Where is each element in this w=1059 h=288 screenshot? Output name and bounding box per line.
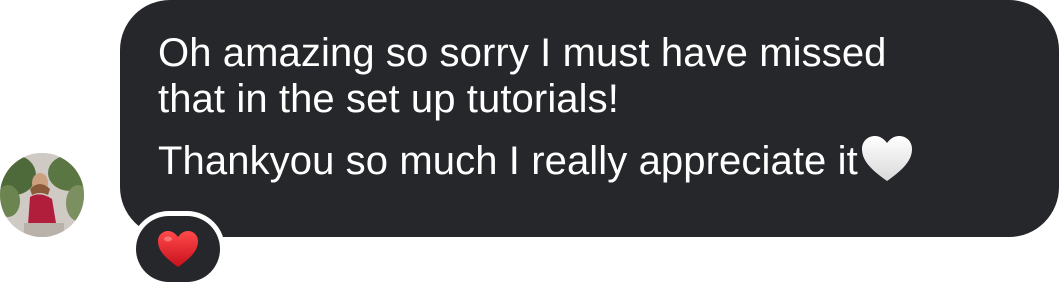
white-heart-icon (860, 134, 914, 184)
message-line-3-text: Thankyou so much I really appreciate it (158, 139, 858, 183)
message-thread: Oh amazing so sorry I must have missed t… (0, 0, 1059, 288)
red-heart-icon (158, 231, 198, 267)
message-bubble[interactable]: Oh amazing so sorry I must have missed t… (120, 0, 1059, 237)
sender-avatar[interactable] (0, 153, 84, 237)
avatar-photo-icon (0, 153, 84, 237)
reaction-badge-inner (136, 216, 220, 282)
message-line-1: Oh amazing so sorry I must have missed (158, 31, 887, 75)
message-line-2: that in the set up tutorials! (158, 77, 619, 121)
message-line-3: Thankyou so much I really appreciate it (158, 134, 1019, 184)
reaction-badge[interactable] (131, 211, 225, 287)
